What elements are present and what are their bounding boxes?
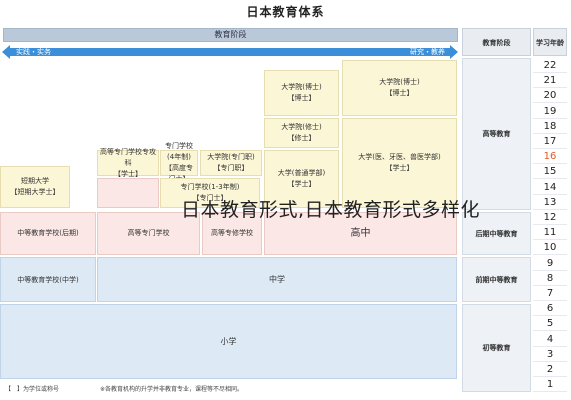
box-secondary-school-late: 中等教育学校(后期): [0, 212, 96, 255]
box-kosen-major: 高等专门学校专攻科 【学士】: [97, 148, 159, 178]
age-cell: 19: [533, 104, 567, 119]
age-cell: 12: [533, 210, 567, 225]
age-cell: 8: [533, 271, 567, 286]
stage-column-header: 教育阶段: [462, 28, 531, 56]
age-cell: 1: [533, 377, 567, 393]
box-middle-school: 中学: [97, 257, 457, 302]
right-arrow-label: 研究・教养: [410, 48, 445, 56]
stage-higher: 高等教育: [462, 58, 531, 210]
box-professional: 大学院(专门职) 【专门职】: [200, 150, 262, 176]
stage-lower-secondary: 前期中等教育: [462, 257, 531, 302]
footer-legend: 【 】为学位或称号: [5, 386, 60, 393]
age-cell: 14: [533, 180, 567, 195]
overlay-caption: 日本教育形式,日本教育形式多样化: [181, 199, 481, 221]
box-secondary-school-early: 中等教育学校(中学): [0, 257, 96, 302]
age-cell: 20: [533, 88, 567, 104]
page-title: 日本教育体系: [246, 5, 325, 19]
age-cell: 18: [533, 119, 567, 134]
footer-note: ※各教育机构的升学并非教育专业，课程等不尽相同。: [100, 386, 244, 393]
age-column-header: 学习年龄: [533, 28, 567, 56]
age-cell: 10: [533, 240, 567, 256]
box-master: 大学院(修士) 【修士】: [264, 118, 339, 148]
age-cell: 5: [533, 316, 567, 332]
age-cell: 6: [533, 301, 567, 317]
age-cell: 21: [533, 73, 567, 89]
age-cell: 9: [533, 256, 567, 271]
box-doctor: 大学院(博士) 【博士】: [264, 70, 339, 116]
box-kosen-lower: [97, 178, 159, 208]
stage-header-bar: 教育阶段: [3, 28, 458, 42]
box-doctor-medical: 大学院(博士) 【博士】: [342, 60, 457, 116]
age-cell: 15: [533, 164, 567, 180]
age-cell: 11: [533, 225, 567, 241]
stage-primary: 初等教育: [462, 304, 531, 392]
box-elementary: 小学: [0, 304, 457, 379]
age-cell: 4: [533, 332, 567, 347]
age-cell: 13: [533, 195, 567, 210]
age-cell: 2: [533, 362, 567, 377]
box-vocational-4yr: 专门学校(4年制) 【高度专门士】: [160, 142, 198, 183]
direction-arrow-bar: [2, 45, 458, 59]
left-arrow-label: 实践・实务: [16, 48, 51, 56]
age-cell: 3: [533, 347, 567, 362]
age-cell: 7: [533, 286, 567, 301]
age-cell: 16: [533, 149, 567, 165]
age-cell: 22: [533, 58, 567, 73]
age-cell: 17: [533, 134, 567, 149]
box-junior-college: 短期大学 【短期大学士】: [0, 166, 70, 208]
